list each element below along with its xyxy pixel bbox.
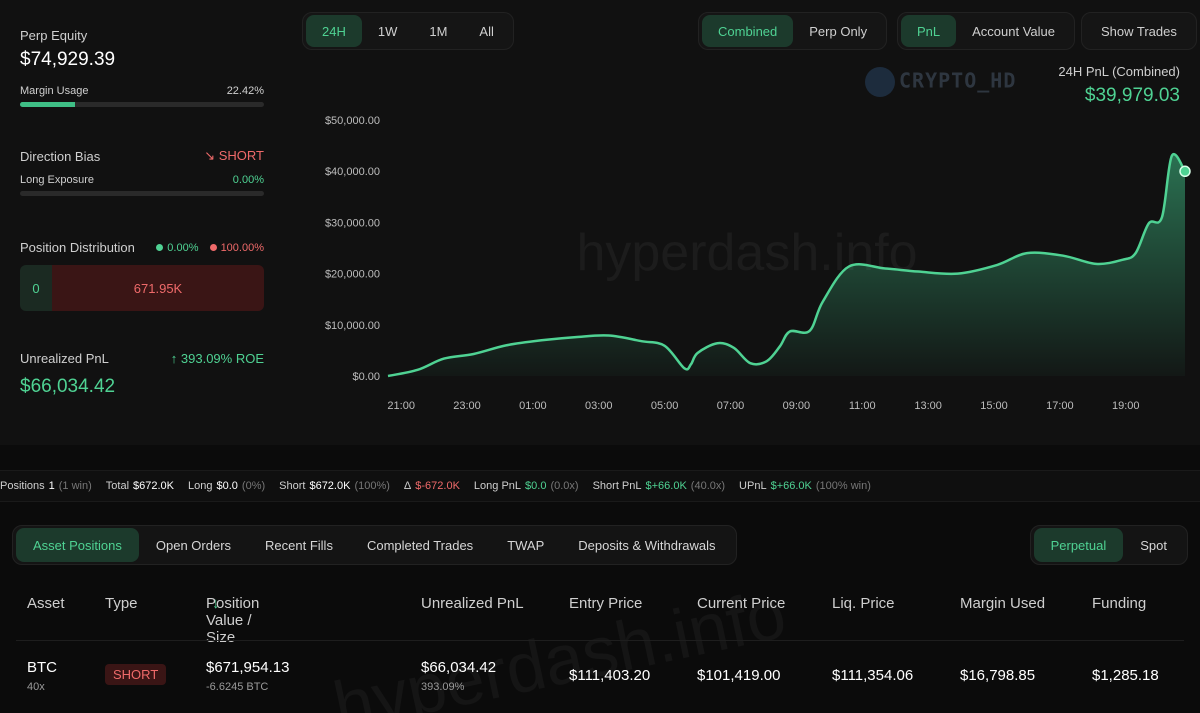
x-tick-label: 11:00 bbox=[849, 400, 876, 412]
perp-equity-value: $74,929.39 bbox=[20, 49, 116, 70]
x-tick-label: 03:00 bbox=[585, 400, 613, 412]
col-current-price[interactable]: Current Price bbox=[697, 595, 785, 612]
y-tick-label: $10,000.00 bbox=[325, 320, 380, 332]
position-distribution-label: Position Distribution bbox=[20, 240, 135, 255]
row-leverage: 40x bbox=[27, 681, 45, 693]
tab-asset-positions[interactable]: Asset Positions bbox=[16, 528, 139, 562]
col-type[interactable]: Type bbox=[105, 595, 138, 612]
perp-equity: Perp Equity $74,929.39 bbox=[20, 28, 264, 71]
long-exposure-value: 0.00% bbox=[232, 174, 264, 186]
summary-total: Total $672.0K bbox=[105, 480, 175, 492]
long-exposure: Long Exposure 0.00% bbox=[20, 174, 264, 196]
y-tick-label: $50,000.00 bbox=[325, 115, 380, 127]
summary-positions: Positions 1 (1 win) bbox=[0, 480, 92, 492]
margin-usage: Margin Usage 22.42% bbox=[20, 85, 264, 107]
summary-short: Short $672.0K (100%) bbox=[279, 480, 390, 492]
distribution-short: 671.95K bbox=[52, 265, 264, 311]
unrealized-pnl-label: Unrealized PnL bbox=[20, 351, 109, 366]
unrealized-pnl-value: $66,034.42 bbox=[20, 376, 116, 397]
account-summary-panel: Perp Equity $74,929.39 Margin Usage 22.4… bbox=[0, 0, 282, 445]
long-dot-icon bbox=[156, 244, 164, 252]
row-size: -6.6245 BTC bbox=[206, 681, 269, 693]
x-tick-label: 23:00 bbox=[453, 400, 481, 412]
col-margin-used[interactable]: Margin Used bbox=[960, 595, 1045, 612]
row-upnl-pct: 393.09% bbox=[421, 681, 465, 693]
row-funding: $1,285.18 bbox=[1092, 667, 1159, 684]
positions-summary-strip: Positions 1 (1 win) Total $672.0K Long $0.0(… bbox=[0, 470, 1200, 502]
tab-completed-trades[interactable]: Completed Trades bbox=[350, 528, 490, 562]
position-distribution: Position Distribution 0.00% 100.00% 0 67… bbox=[20, 240, 264, 311]
row-margin-used: $16,798.85 bbox=[960, 667, 1036, 684]
arrow-up-icon: ↑ bbox=[170, 351, 178, 366]
y-tick-label: $40,000.00 bbox=[325, 166, 380, 178]
row-liq-price: $111,354.06 bbox=[832, 667, 914, 684]
short-pct: 100.00% bbox=[220, 241, 264, 254]
summary-upnl: UPnL $+66.0K (100% win) bbox=[739, 480, 871, 492]
unrealized-pnl: Unrealized PnL ↑ 393.09% ROE $66,034.42 bbox=[20, 351, 264, 398]
direction-bias: Direction Bias ↘ SHORT bbox=[20, 148, 264, 164]
tab-recent-fills[interactable]: Recent Fills bbox=[248, 528, 350, 562]
toggle-perpetual[interactable]: Perpetual bbox=[1033, 528, 1124, 562]
margin-usage-fill bbox=[20, 102, 75, 107]
trend-down-icon: ↘ bbox=[204, 148, 216, 163]
y-tick-label: $30,000.00 bbox=[325, 217, 380, 229]
long-exposure-label: Long Exposure bbox=[20, 174, 94, 186]
distribution-bar: 0 671.95K bbox=[20, 265, 264, 311]
toggle-spot[interactable]: Spot bbox=[1123, 528, 1184, 562]
y-tick-label: $20,000.00 bbox=[325, 269, 380, 281]
margin-usage-value: 22.42% bbox=[226, 85, 264, 97]
long-pct: 0.00% bbox=[167, 241, 199, 254]
row-asset: BTC bbox=[27, 659, 57, 676]
col-unrealized-pnl[interactable]: Unrealized PnL bbox=[421, 595, 524, 612]
pnl-current-point[interactable] bbox=[1179, 165, 1191, 178]
market-toggle: Perpetual Spot bbox=[1029, 525, 1188, 565]
summary-delta: Δ $-672.0K bbox=[403, 480, 460, 492]
col-funding[interactable]: Funding bbox=[1092, 595, 1146, 612]
positions-table-header: Asset Type Position Value / Size ↓ Unreal… bbox=[27, 595, 1147, 646]
short-dot-icon bbox=[209, 244, 217, 252]
pnl-chart-panel: 24H 1W 1M All Combined Perp Only PnL Acc… bbox=[282, 0, 1200, 445]
col-liq-price[interactable]: Liq. Price bbox=[832, 595, 895, 612]
tab-deposits-withdrawals[interactable]: Deposits & Withdrawals bbox=[561, 528, 732, 562]
tab-twap[interactable]: TWAP bbox=[490, 528, 561, 562]
x-tick-label: 05:00 bbox=[651, 400, 679, 412]
tab-open-orders[interactable]: Open Orders bbox=[139, 528, 248, 562]
x-tick-label: 15:00 bbox=[980, 400, 1008, 412]
direction-bias-value: ↘ SHORT bbox=[204, 148, 264, 163]
summary-long: Long $0.0 (0%) bbox=[188, 480, 266, 492]
positions-tabs: Asset Positions Open Orders Recent Fills… bbox=[12, 525, 737, 565]
x-tick-label: 01:00 bbox=[519, 400, 547, 412]
row-position-value: $671,954.13 bbox=[206, 659, 290, 676]
margin-usage-bar bbox=[20, 102, 264, 107]
x-tick-label: 21:00 bbox=[387, 400, 415, 412]
col-asset[interactable]: Asset bbox=[27, 595, 65, 612]
row-upnl: $66,034.42 bbox=[421, 659, 497, 676]
summary-short-pnl: Short PnL $+66.0K (40.0x) bbox=[592, 480, 726, 492]
long-exposure-bar bbox=[20, 191, 264, 196]
summary-long-pnl: Long PnL $0.0 (0.0x) bbox=[473, 480, 579, 492]
x-tick-label: 19:00 bbox=[1112, 400, 1140, 412]
x-tick-label: 17:00 bbox=[1046, 400, 1074, 412]
y-tick-label: $0.00 bbox=[352, 371, 380, 383]
perp-equity-label: Perp Equity bbox=[20, 28, 88, 43]
roe-value: ↑ 393.09% ROE bbox=[170, 351, 264, 366]
distribution-long: 0 bbox=[20, 265, 52, 311]
direction-bias-label: Direction Bias bbox=[20, 148, 101, 164]
row-entry-price: $111,403.20 bbox=[569, 667, 651, 684]
table-divider bbox=[16, 640, 1184, 641]
arrow-down-icon[interactable]: ↓ bbox=[212, 595, 220, 612]
pnl-area-chart: hyperdash.info $0.00$10,000.00$20,000.00… bbox=[325, 115, 1191, 412]
row-current-price: $101,419.00 bbox=[697, 667, 781, 684]
row-type-badge: SHORT bbox=[105, 664, 167, 685]
margin-usage-label: Margin Usage bbox=[20, 85, 89, 97]
x-tick-label: 09:00 bbox=[783, 400, 811, 412]
x-tick-label: 13:00 bbox=[914, 400, 942, 412]
table-row[interactable]: BTC 40x SHORT $671,954.13 -6.6245 BTC $6… bbox=[0, 650, 1200, 710]
x-tick-label: 07:00 bbox=[717, 400, 745, 412]
col-entry-price[interactable]: Entry Price bbox=[569, 595, 642, 612]
